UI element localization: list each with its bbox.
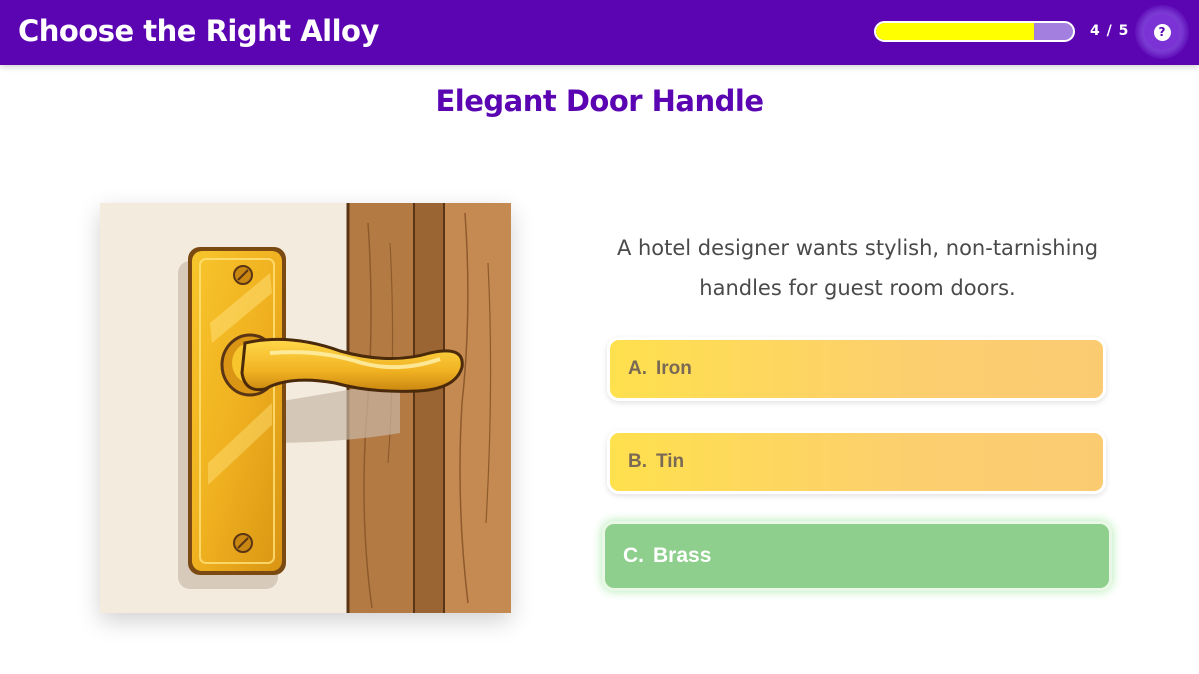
help-button[interactable]: ? xyxy=(1144,14,1180,50)
question-prompt: A hotel designer wants stylish, non-tarn… xyxy=(616,236,1099,300)
app-title: Choose the Right Alloy xyxy=(18,14,379,48)
option-letter: A. xyxy=(628,358,647,379)
answer-option-tin[interactable]: B. Tin xyxy=(607,430,1106,494)
answer-option-iron[interactable]: A. Iron xyxy=(607,337,1106,401)
answer-option-brass[interactable]: C. Brass xyxy=(602,521,1112,591)
option-label: Tin xyxy=(656,451,685,472)
question-title: Elegant Door Handle xyxy=(435,84,764,118)
progress-bar-fill xyxy=(876,23,1034,40)
question-mark-icon: ? xyxy=(1153,23,1171,41)
option-letter: B. xyxy=(628,451,647,472)
option-letter: C. xyxy=(623,544,644,567)
progress-bar xyxy=(874,21,1075,42)
option-label: Brass xyxy=(653,544,712,567)
door-handle-illustration xyxy=(100,203,511,613)
option-label: Iron xyxy=(656,358,692,379)
top-bar: Choose the Right Alloy 4 / 5 ? xyxy=(0,0,1199,65)
progress-counter: 4 / 5 xyxy=(1090,23,1130,39)
